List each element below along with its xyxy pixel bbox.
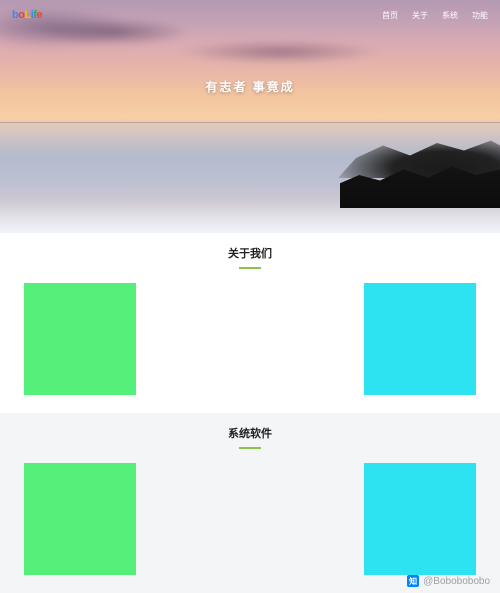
about-card-green[interactable] xyxy=(24,283,136,395)
nav-link-feature[interactable]: 功能 xyxy=(472,10,488,21)
system-card-cyan[interactable] xyxy=(364,463,476,575)
hero-banner: boLife 首页 关于 系统 功能 有志者 事竟成 xyxy=(0,0,500,233)
about-card-cyan[interactable] xyxy=(364,283,476,395)
section-underline xyxy=(239,267,261,269)
watermark-text: @Bobobobobo xyxy=(423,576,490,587)
section-about: 关于我们 xyxy=(0,233,500,413)
page-root: boLife 首页 关于 系统 功能 有志者 事竟成 关于我们 系统软件 知 xyxy=(0,0,500,593)
logo-char: e xyxy=(36,9,42,21)
section-system: 系统软件 xyxy=(0,413,500,593)
hero-motto: 有志者 事竟成 xyxy=(0,78,500,95)
nav-link-system[interactable]: 系统 xyxy=(442,10,458,21)
section-title-system: 系统软件 xyxy=(0,425,500,441)
nav-links: 首页 关于 系统 功能 xyxy=(382,10,488,21)
top-nav: boLife 首页 关于 系统 功能 xyxy=(0,0,500,30)
about-cards xyxy=(0,283,500,395)
zhihu-icon: 知 xyxy=(407,575,419,587)
nav-link-about[interactable]: 关于 xyxy=(412,10,428,21)
system-cards xyxy=(0,463,500,575)
section-title-about: 关于我们 xyxy=(0,245,500,261)
system-card-green[interactable] xyxy=(24,463,136,575)
nav-link-home[interactable]: 首页 xyxy=(382,10,398,21)
section-underline xyxy=(239,447,261,449)
site-logo[interactable]: boLife xyxy=(12,9,42,21)
watermark: 知 @Bobobobobo xyxy=(407,575,490,587)
hero-cloud xyxy=(180,40,380,64)
